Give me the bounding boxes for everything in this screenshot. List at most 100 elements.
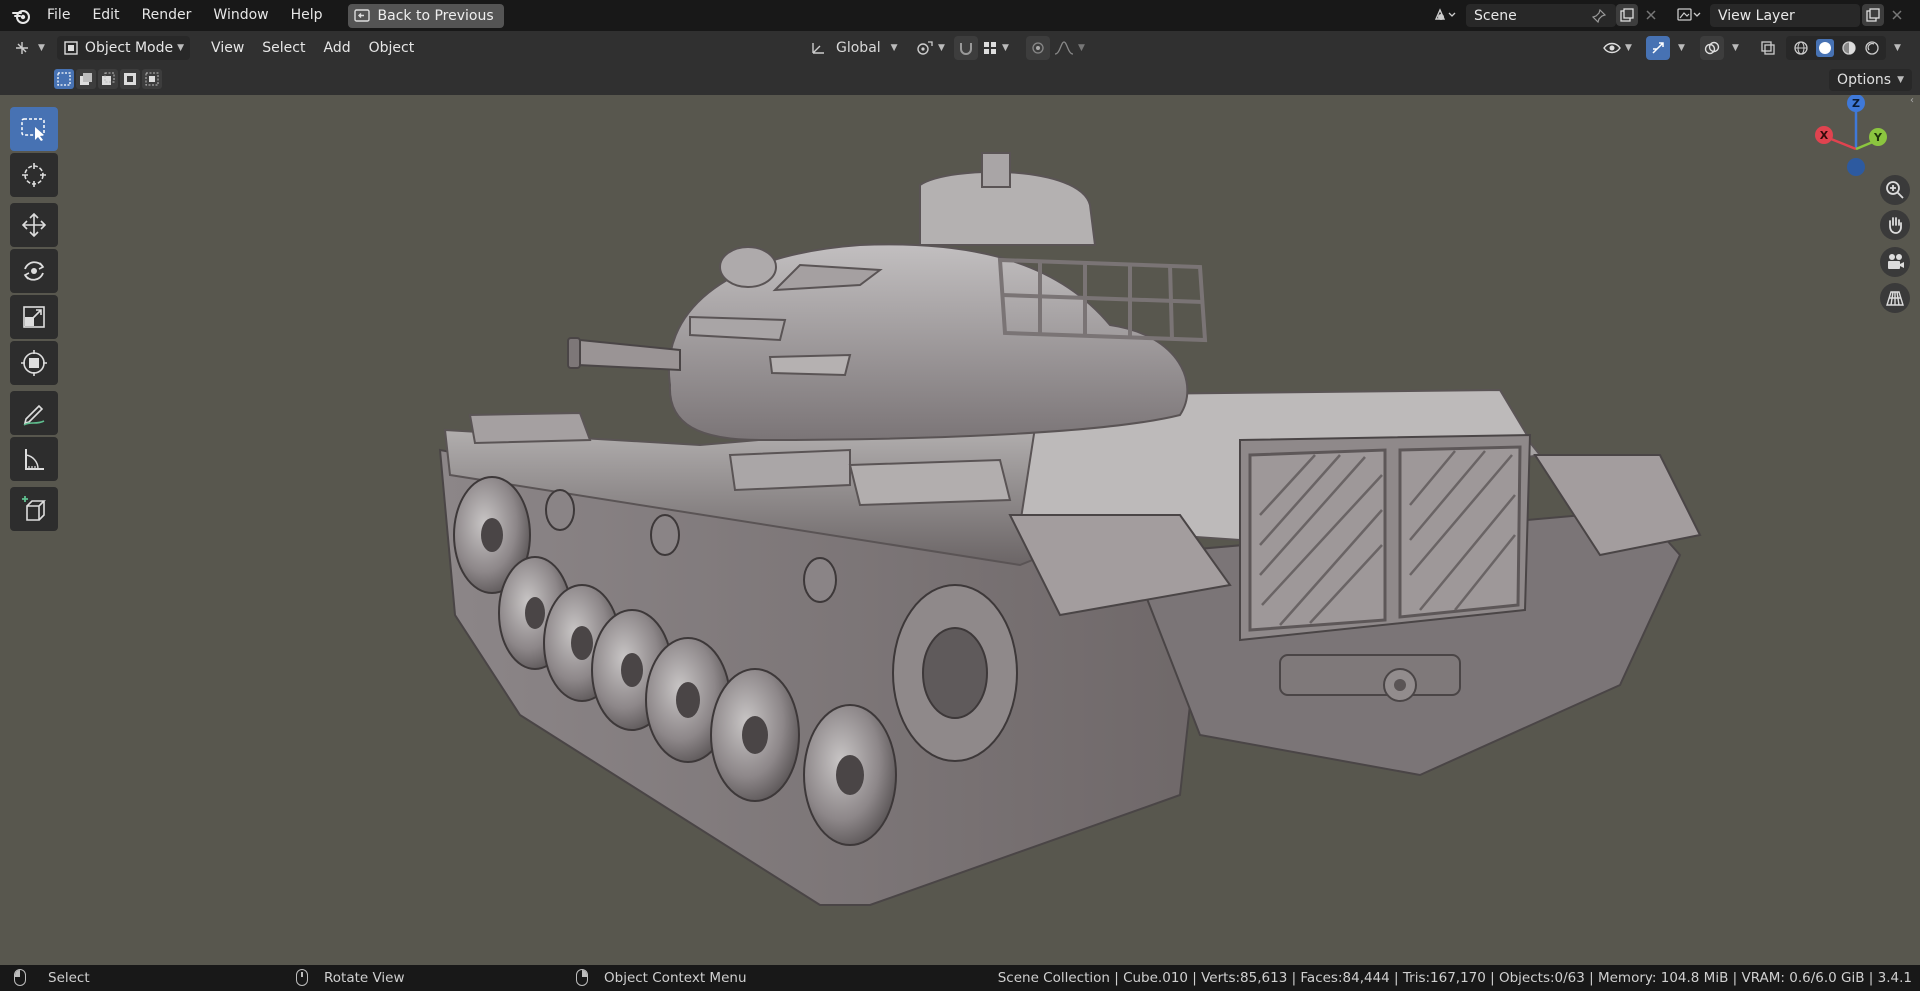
rendered-shading-icon[interactable]	[1864, 40, 1880, 56]
select-extend-icon[interactable]	[76, 69, 96, 89]
chevron-down-icon: ▼	[1894, 43, 1901, 53]
view-layer-icon	[1677, 8, 1701, 21]
perspective-toggle-button[interactable]	[1880, 283, 1910, 313]
measure-tool[interactable]	[10, 437, 58, 481]
delete-view-layer-icon[interactable]	[1886, 4, 1908, 26]
rotate-tool[interactable]	[10, 249, 58, 293]
xray-icon	[1761, 41, 1775, 55]
pan-view-button[interactable]	[1880, 210, 1910, 240]
menu-add[interactable]: Add	[314, 40, 359, 56]
zoom-view-button[interactable]	[1880, 175, 1910, 205]
xray-toggle[interactable]	[1756, 36, 1780, 60]
grid-perspective-icon	[1886, 291, 1904, 306]
select-intersect-icon[interactable]	[142, 69, 162, 89]
scene-icon	[1434, 8, 1456, 20]
tank-model[interactable]	[0, 95, 1920, 965]
proportional-editing-toggle[interactable]	[1026, 36, 1050, 60]
screen-back-icon	[353, 8, 370, 22]
menu-view[interactable]: View	[202, 40, 253, 56]
cursor-tool[interactable]	[10, 153, 58, 197]
top-menu-bar: File Edit Render Window Help Back to Pre…	[0, 0, 1920, 31]
wireframe-shading-icon[interactable]	[1793, 40, 1809, 56]
camera-view-button[interactable]	[1880, 247, 1910, 277]
3d-viewport[interactable]: Z X Y ‹	[0, 95, 1920, 965]
status-rotate-label: Rotate View	[324, 969, 405, 986]
gizmo-dropdown[interactable]: ▼	[1672, 36, 1687, 60]
scene-statistics: Scene Collection | Cube.010 | Verts:85,6…	[997, 970, 1912, 986]
selection-mode-group	[54, 69, 162, 89]
options-dropdown[interactable]: Options ▼	[1829, 69, 1912, 91]
orientation-label: Global	[836, 40, 881, 56]
gizmo-toggle[interactable]	[1646, 36, 1670, 60]
move-tool[interactable]	[10, 203, 58, 247]
menu-help[interactable]: Help	[280, 0, 334, 31]
overlays-dropdown[interactable]: ▼	[1726, 36, 1741, 60]
axis-x-label: X	[1820, 129, 1829, 142]
new-view-layer-icon[interactable]	[1862, 4, 1884, 26]
transform-orientation-dropdown[interactable]: Global ▼	[806, 36, 902, 60]
menu-edit[interactable]: Edit	[81, 0, 130, 31]
orientation-icon	[812, 43, 824, 54]
mouse-right-icon	[576, 969, 588, 986]
chevron-down-icon: ▼	[1625, 43, 1632, 53]
visibility-dropdown[interactable]: ▼	[1600, 36, 1635, 60]
scale-tool[interactable]	[10, 295, 58, 339]
gizmo-icon	[1652, 42, 1664, 54]
add-cube-tool[interactable]	[10, 487, 58, 531]
material-shading-icon[interactable]	[1841, 40, 1857, 56]
pivot-icon	[917, 41, 933, 55]
object-mode-label: Object Mode	[84, 40, 174, 56]
back-button-label: Back to Previous	[377, 7, 494, 24]
snap-grid-icon	[984, 42, 996, 54]
pin-scene-icon[interactable]	[1588, 5, 1610, 27]
select-box-tool[interactable]	[10, 107, 58, 151]
pivot-point-dropdown[interactable]: ▼	[912, 36, 949, 60]
transform-icon	[21, 350, 47, 376]
overlays-icon	[1704, 41, 1720, 55]
chevron-down-icon: ▼	[1078, 43, 1085, 53]
annotate-tool[interactable]	[10, 391, 58, 435]
scene-browse-button[interactable]	[1428, 4, 1462, 26]
add-cube-icon	[22, 496, 46, 521]
falloff-dropdown[interactable]: ▼	[1052, 36, 1087, 60]
view-layer-name: View Layer	[1718, 7, 1795, 24]
solid-shading-icon[interactable]	[1815, 39, 1834, 57]
back-to-previous-button[interactable]: Back to Previous	[347, 3, 504, 28]
new-scene-icon[interactable]	[1616, 4, 1638, 26]
cursor-icon	[22, 163, 46, 187]
tool-settings-bar: Options ▼	[0, 65, 1920, 95]
view-layer-browse-button[interactable]	[1672, 4, 1706, 26]
menu-window[interactable]: Window	[202, 0, 279, 31]
zoom-icon	[1886, 181, 1904, 199]
overlays-toggle[interactable]	[1700, 36, 1724, 60]
menu-object[interactable]: Object	[360, 40, 424, 56]
transform-tool[interactable]	[10, 341, 58, 385]
chevron-down-icon: ▼	[890, 43, 898, 53]
select-invert-icon[interactable]	[120, 69, 140, 89]
chevron-down-icon: ▼	[1732, 43, 1739, 53]
menu-render[interactable]: Render	[131, 0, 203, 31]
status-context-hint: Object Context Menu	[576, 969, 747, 986]
editor-type-button[interactable]: ▼	[10, 36, 49, 60]
view-layer-name-field[interactable]: View Layer	[1710, 4, 1860, 27]
menu-select[interactable]: Select	[253, 40, 314, 56]
chevron-down-icon: ▼	[1897, 75, 1904, 85]
camera-icon	[1888, 254, 1904, 269]
shading-mode-group	[1786, 36, 1886, 60]
chevron-down-icon: ▼	[38, 43, 45, 53]
snap-target-dropdown[interactable]: ▼	[980, 36, 1011, 60]
shading-dropdown[interactable]: ▼	[1888, 36, 1903, 60]
select-new-icon[interactable]	[54, 69, 74, 89]
eye-icon	[1603, 42, 1621, 54]
object-mode-dropdown[interactable]: Object Mode ▼	[56, 36, 191, 60]
menu-file[interactable]: File	[36, 0, 81, 31]
select-subtract-icon[interactable]	[98, 69, 118, 89]
axis-y-label: Y	[1873, 131, 1883, 144]
delete-scene-icon[interactable]	[1640, 4, 1662, 26]
options-label: Options	[1837, 72, 1892, 88]
blender-logo-icon[interactable]	[6, 0, 36, 31]
snap-toggle[interactable]	[954, 36, 978, 60]
status-select-hint: Select	[14, 969, 90, 986]
sidebar-toggle-chevron-icon[interactable]: ‹	[1910, 95, 1920, 115]
move-icon	[21, 212, 47, 238]
